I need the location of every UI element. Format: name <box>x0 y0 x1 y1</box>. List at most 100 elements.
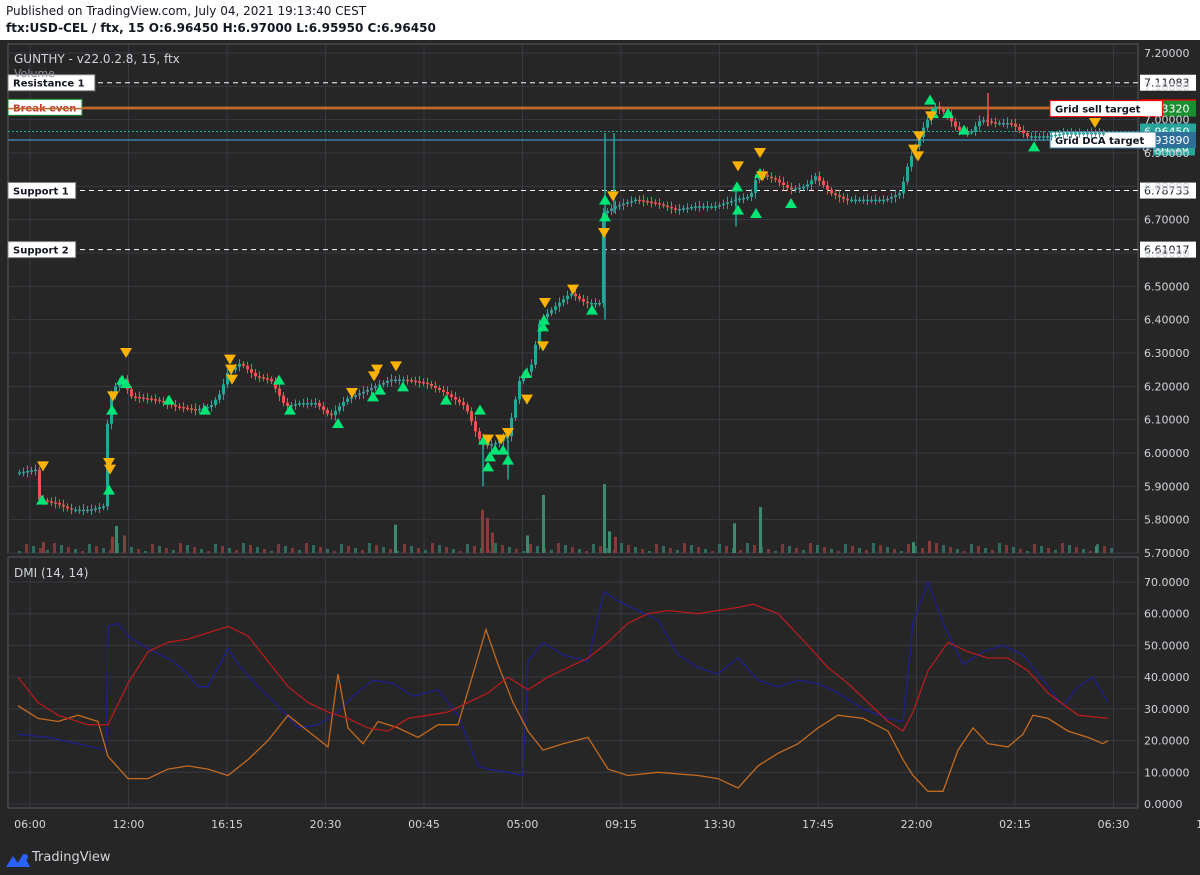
candle-body <box>566 295 569 300</box>
volume-bar <box>389 549 392 553</box>
candle-body <box>54 502 57 504</box>
candle-body <box>958 126 961 131</box>
candle-body <box>462 402 465 405</box>
candle-body <box>630 201 633 203</box>
candle-body <box>838 195 841 197</box>
volume-bar <box>620 543 623 553</box>
candle-body <box>374 386 377 389</box>
volume-bar <box>25 544 28 553</box>
volume-bars <box>18 484 1113 553</box>
candle-body <box>342 401 345 407</box>
candle-body <box>570 293 573 296</box>
candle-body <box>454 397 457 400</box>
volume-bar <box>382 547 385 553</box>
buy-signal-triangle-up-icon <box>924 94 936 105</box>
volume-bar <box>298 550 301 553</box>
candle-body <box>222 384 225 395</box>
candle-body <box>478 431 481 439</box>
candle-body <box>938 106 941 109</box>
buy-signal-triangle-up-icon <box>273 374 285 385</box>
candle-body <box>750 193 753 197</box>
candle-body <box>802 186 805 189</box>
volume-bar <box>123 535 126 553</box>
volume-bar <box>333 551 336 553</box>
volume-bar <box>1103 546 1106 553</box>
candle-body <box>518 380 521 400</box>
volume-bar <box>984 548 987 553</box>
volume-bar <box>608 531 611 553</box>
buy-signal-triangle-up-icon <box>163 394 175 405</box>
candle-body <box>910 155 913 167</box>
candle-body <box>142 397 145 400</box>
time-tick-label: 00:45 <box>408 818 440 831</box>
candle-body <box>794 188 797 191</box>
volume-bar <box>564 545 567 553</box>
candle-body <box>662 204 665 206</box>
candle-body <box>218 394 221 400</box>
candle-body <box>682 208 685 210</box>
time-tick-label: 02:15 <box>999 818 1031 831</box>
volume-bar <box>368 543 371 553</box>
volume-bar <box>459 551 462 553</box>
sell-signal-triangle-down-icon <box>567 284 579 295</box>
price-tick-label: 6.90000 <box>1144 147 1190 160</box>
candle-body <box>886 198 889 201</box>
volume-bar <box>1033 544 1036 553</box>
axes: 7.20000 7.10000 7.00000 6.90000 6.80000 6.700… <box>14 47 1200 831</box>
dmi-pane-border <box>7 556 1139 809</box>
volume-bar <box>912 542 915 553</box>
candle-body <box>442 390 445 392</box>
volume-bar <box>18 551 21 553</box>
candle-body <box>410 380 413 382</box>
ohlc-readout: ftx:USD-CEL / ftx, 15 O:6.96450 H:6.9700… <box>6 21 436 35</box>
dmi-tick-label: 20.0000 <box>1144 735 1190 748</box>
candle-body <box>138 397 141 399</box>
dmi-tick-label: 70.0000 <box>1144 576 1190 589</box>
candle-body <box>998 123 1001 125</box>
volume-bar <box>963 551 966 553</box>
candle-body <box>426 382 429 385</box>
candle-body <box>46 500 49 502</box>
volume-bar <box>1005 545 1008 553</box>
volume-bar <box>291 548 294 553</box>
candle-body <box>942 109 945 112</box>
candle-body <box>550 309 553 314</box>
chart-canvas[interactable]: 7.11083Resistance 17.03702Break even7.03… <box>0 40 1200 843</box>
candle-body <box>590 303 593 305</box>
dmi-line-di_minus <box>17 627 1109 792</box>
volume-bar <box>193 547 196 553</box>
volume-bar <box>375 545 378 553</box>
volume-bar <box>179 543 182 553</box>
volume-bar <box>872 543 875 553</box>
volume-bar <box>403 544 406 553</box>
volume-bar <box>662 546 665 553</box>
dmi-tick-label: 50.0000 <box>1144 639 1190 652</box>
candle-body <box>94 508 97 510</box>
candle-body <box>658 203 661 205</box>
volume-bar <box>599 546 602 553</box>
volume-bar <box>823 547 826 553</box>
candle-body <box>806 184 809 187</box>
candle-body <box>1102 133 1105 135</box>
candle-body <box>626 202 629 204</box>
candle-body <box>898 193 901 196</box>
candle-body <box>238 363 241 367</box>
candle-body <box>422 382 425 384</box>
candle-body <box>746 197 749 199</box>
volume-bar <box>998 543 1001 553</box>
volume-bar <box>354 548 357 553</box>
candle-body <box>582 299 585 302</box>
candle-body <box>438 388 441 390</box>
volume-bar <box>718 544 721 553</box>
candle-body <box>1006 123 1009 125</box>
volume-bar <box>158 546 161 553</box>
candle-body <box>718 205 721 207</box>
volume-bar <box>900 551 903 553</box>
candle-body <box>974 126 977 132</box>
candle-body <box>826 185 829 190</box>
candle-body <box>338 406 341 411</box>
candle-body <box>894 195 897 197</box>
candle-body <box>906 166 909 182</box>
time-tick-label: 16:15 <box>211 818 243 831</box>
candle-body <box>1026 133 1029 137</box>
